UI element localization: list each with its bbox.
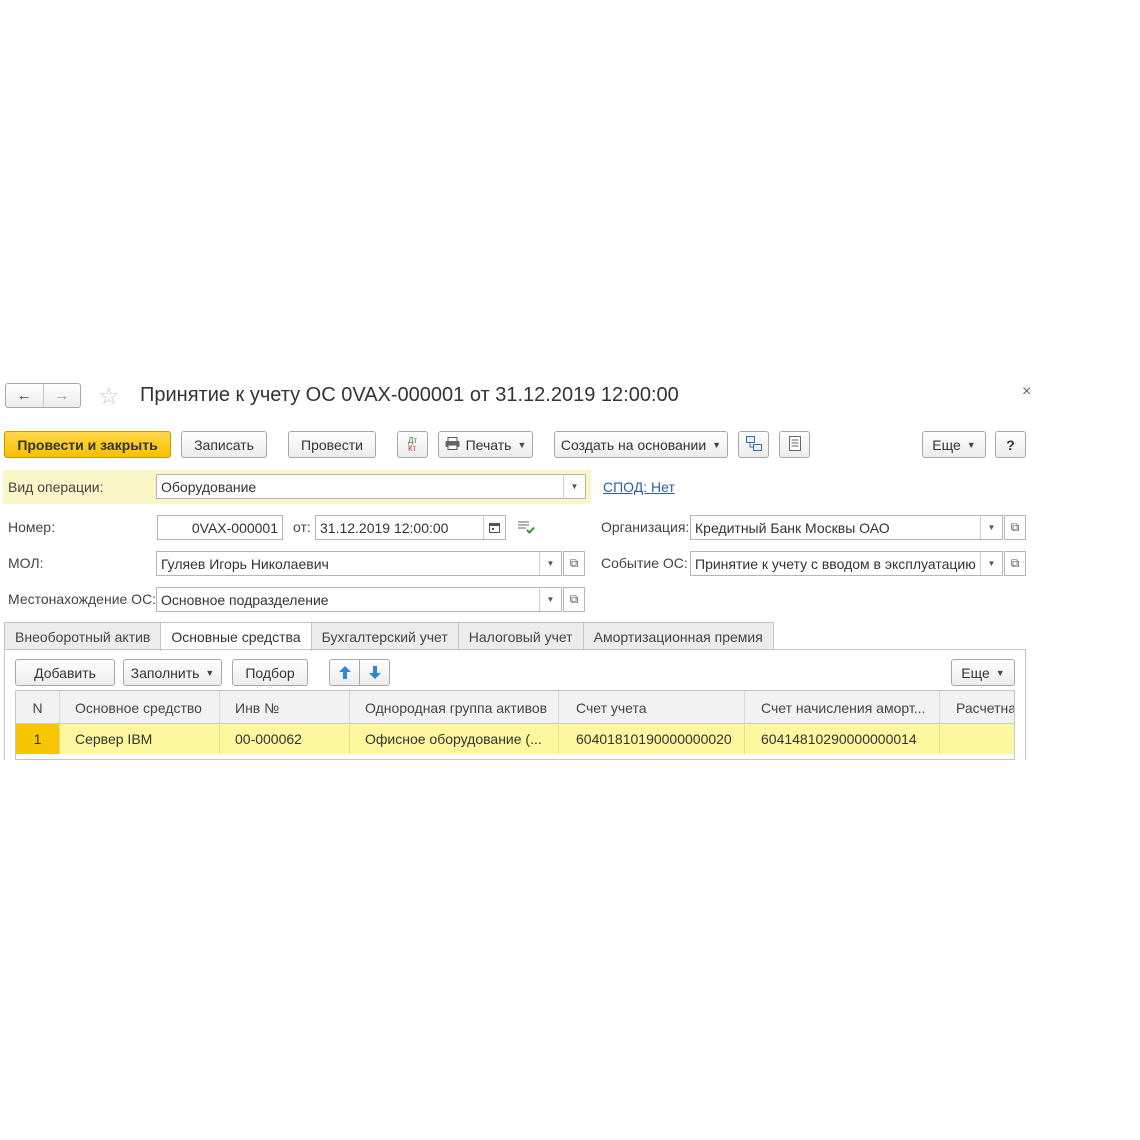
chevron-down-icon[interactable]: ▼ <box>539 552 561 575</box>
structure-button[interactable] <box>738 431 769 458</box>
fill-button[interactable]: Заполнить ▼ <box>123 659 222 686</box>
table-more-button[interactable]: Еще ▼ <box>951 659 1015 686</box>
page-title: Принятие к учету ОС 0VAX-000001 от 31.12… <box>140 384 679 406</box>
favorite-star-icon[interactable]: ☆ <box>98 382 120 411</box>
create-based-label: Создать на основании <box>560 436 707 453</box>
open-mol-icon[interactable]: ⧉ <box>563 551 585 576</box>
date-label: от: <box>293 519 311 535</box>
operation-type-field[interactable]: Оборудование ▼ <box>156 474 586 499</box>
number-field[interactable]: 0VAX-000001 <box>157 515 283 540</box>
open-event-icon[interactable]: ⧉ <box>1004 551 1026 576</box>
cell-n: 1 <box>16 724 60 754</box>
date-field[interactable]: 31.12.2019 12:00:00 <box>315 515 506 540</box>
chevron-down-icon: ▼ <box>995 667 1005 678</box>
tab-bar: Внеоборотный актив Основные средства Бух… <box>4 622 774 651</box>
open-organization-icon[interactable]: ⧉ <box>1004 515 1026 540</box>
table-header: N Основное средство Инв № Однородная гру… <box>16 691 1014 724</box>
column-header-calculated[interactable]: Расчетна <box>940 691 1014 724</box>
tab-tax[interactable]: Налоговый учет <box>457 622 584 650</box>
print-label: Печать <box>465 436 512 453</box>
dt-kt-button[interactable]: Дт Кт <box>397 431 428 458</box>
column-header-asset[interactable]: Основное средство <box>60 691 220 724</box>
tab-accounting[interactable]: Бухгалтерский учет <box>310 622 459 650</box>
table-row[interactable]: 1 Сервер IBM 00-000062 Офисное оборудова… <box>16 724 1014 754</box>
tab-noncurrent-asset[interactable]: Внеоборотный актив <box>4 622 162 650</box>
create-based-on-button[interactable]: Создать на основании ▼ <box>554 431 728 458</box>
chevron-down-icon: ▼ <box>966 439 976 450</box>
event-value: Принятие к учету с вводом в эксплуатацию <box>695 555 976 572</box>
spod-link[interactable]: СПОД: Нет <box>603 479 675 495</box>
chevron-down-icon: ▼ <box>517 439 527 450</box>
organization-value: Кредитный Банк Москвы ОАО <box>695 519 890 536</box>
move-up-button[interactable] <box>329 659 360 686</box>
column-header-depreciation-account[interactable]: Счет начисления аморт... <box>745 691 940 724</box>
forward-arrow-icon[interactable]: → <box>42 384 81 407</box>
cell-inventory-number: 00-000062 <box>220 724 350 754</box>
document-list-icon <box>788 435 801 454</box>
add-button[interactable]: Добавить <box>15 659 115 686</box>
mol-label: МОЛ: <box>8 555 44 571</box>
chevron-down-icon[interactable]: ▼ <box>563 475 585 498</box>
printer-icon <box>445 436 460 453</box>
location-value: Основное подразделение <box>161 591 329 608</box>
chevron-down-icon: ▼ <box>205 667 215 678</box>
column-header-n[interactable]: N <box>16 691 60 724</box>
dt-kt-icon: Дт Кт <box>407 435 418 453</box>
arrow-down-icon <box>368 666 381 679</box>
post-button[interactable]: Провести <box>288 431 376 458</box>
report-button[interactable] <box>779 431 810 458</box>
cell-calculated <box>940 724 1014 754</box>
more-button[interactable]: Еще ▼ <box>922 431 986 458</box>
open-location-icon[interactable]: ⧉ <box>563 587 585 612</box>
cell-depreciation-account: 60414810290000000014 <box>745 724 940 754</box>
print-button[interactable]: Печать ▼ <box>438 431 533 458</box>
cell-account: 60401810190000000020 <box>559 724 745 754</box>
cell-asset-group: Офисное оборудование (... <box>350 724 559 754</box>
comment-check-icon[interactable] <box>517 519 535 538</box>
move-down-button[interactable] <box>359 659 390 686</box>
column-header-inventory-number[interactable]: Инв № <box>220 691 350 724</box>
tab-fixed-assets[interactable]: Основные средства <box>160 622 312 651</box>
event-label: Событие ОС: <box>601 555 688 571</box>
column-header-account[interactable]: Счет учета <box>559 691 745 724</box>
chevron-down-icon[interactable]: ▼ <box>980 552 1002 575</box>
organization-label: Организация: <box>601 519 690 535</box>
tab-depreciation-bonus[interactable]: Амортизационная премия <box>582 622 774 650</box>
chevron-down-icon[interactable]: ▼ <box>539 588 561 611</box>
mol-field[interactable]: Гуляев Игорь Николаевич ▼ <box>156 551 562 576</box>
column-header-asset-group[interactable]: Однородная группа активов <box>350 691 559 724</box>
close-icon[interactable]: × <box>1022 383 1031 401</box>
arrow-up-icon <box>338 666 351 679</box>
history-nav: ← → <box>5 383 81 408</box>
cell-asset: Сервер IBM <box>60 724 220 754</box>
mol-value: Гуляев Игорь Николаевич <box>161 555 329 572</box>
date-value: 31.12.2019 12:00:00 <box>320 519 449 536</box>
fixed-assets-table: N Основное средство Инв № Однородная гру… <box>15 690 1015 760</box>
table-more-label: Еще <box>961 664 990 681</box>
calendar-icon[interactable] <box>483 516 505 539</box>
number-label: Номер: <box>8 519 55 535</box>
event-field[interactable]: Принятие к учету с вводом в эксплуатацию… <box>690 551 1003 576</box>
location-field[interactable]: Основное подразделение ▼ <box>156 587 562 612</box>
number-value: 0VAX-000001 <box>191 519 278 536</box>
chevron-down-icon[interactable]: ▼ <box>980 516 1002 539</box>
back-arrow-icon[interactable]: ← <box>6 384 43 407</box>
operation-label: Вид операции: <box>8 479 104 495</box>
more-label: Еще <box>932 436 961 453</box>
pick-button[interactable]: Подбор <box>232 659 308 686</box>
organization-field[interactable]: Кредитный Банк Москвы ОАО ▼ <box>690 515 1003 540</box>
save-button[interactable]: Записать <box>181 431 267 458</box>
operation-type-value: Оборудование <box>161 478 257 495</box>
fill-label: Заполнить <box>130 664 200 681</box>
post-and-close-button[interactable]: Провести и закрыть <box>4 431 171 458</box>
structure-icon <box>745 435 762 454</box>
help-button[interactable]: ? <box>995 431 1026 458</box>
chevron-down-icon: ▼ <box>712 439 722 450</box>
location-label: Местонахождение ОС: <box>8 591 157 607</box>
